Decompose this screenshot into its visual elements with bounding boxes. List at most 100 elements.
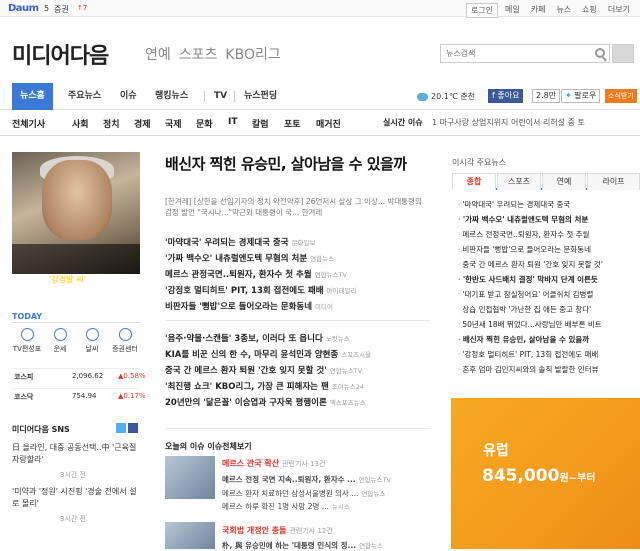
tab-news-funding[interactable]: 뉴스펀딩 <box>244 83 277 110</box>
photo-caption-main[interactable]: 할머니 살린 지하철 은인 <box>20 286 112 299</box>
news-item[interactable]: '최진행 쇼크' KBO리그, 가장 큰 피해자는 팬 조이뉴스24 <box>165 380 364 392</box>
cat-photo[interactable]: 포토 <box>284 117 301 130</box>
search-button[interactable] <box>612 44 634 63</box>
right-panel-title: 이시각 주요뉴스 <box>452 158 507 167</box>
tab-issue[interactable]: 이슈 <box>120 83 137 110</box>
ad-price: 845,000원~부터 <box>482 466 596 486</box>
shortcut-fortune[interactable]: 운세 <box>45 328 75 354</box>
facebook-like-button[interactable]: f 좋아요 <box>488 89 524 103</box>
tab-ranking[interactable]: 랭킹뉴스 <box>155 83 188 110</box>
nav-divider <box>234 91 235 102</box>
tab-sports[interactable]: 스포츠 <box>497 173 541 190</box>
shortcut-tv[interactable]: TV편성표 <box>12 328 42 354</box>
news-item[interactable]: '가짜 백수오' 내츄럴엔도텍 무혐의 처분 연합뉴스 <box>165 252 334 264</box>
divider <box>165 428 430 429</box>
headline[interactable]: 배신자 찍힌 유승민, 살아남을 수 있을까 <box>165 155 430 174</box>
search-input[interactable] <box>441 45 581 62</box>
rank-item[interactable]: 비판자들 '뻥밥'으로 들어오라는 문화동네 <box>458 244 640 255</box>
photo-face <box>42 160 112 240</box>
issue-headline[interactable]: 국회법 개정안 충돌 관련기사 12건 <box>222 525 333 536</box>
top-links: 로그인 메일 카페 뉴스 쇼핑 더보기 <box>465 3 634 18</box>
cat-magazine[interactable]: 매거진 <box>316 117 341 130</box>
divider <box>165 320 430 321</box>
cat-column[interactable]: 칼럼 <box>252 117 269 130</box>
subnav-entertainment[interactable]: 연예 <box>145 44 171 64</box>
realtime-issue-text[interactable]: 1 마구사랑 상업지위지 어린이서 리허설 중 토 <box>432 117 585 128</box>
realtime-issue-label: 실시간 이슈 <box>383 118 423 127</box>
issue-headline[interactable]: 메르스 관국 확산 관련기사 13건 <box>222 458 325 469</box>
stock-row[interactable]: 코스닥 754.94 ▲0.17% <box>12 388 146 402</box>
fb-count: 2.8만 <box>532 89 561 103</box>
tab-life[interactable]: 라이프 <box>587 173 640 190</box>
rank-item[interactable]: '대기표 받고 잠실청어요' 어클쉬치 김병렬 <box>458 289 640 300</box>
sns-icons <box>114 423 138 436</box>
issue-article[interactable]: 메르스 전정 국면 지속..퇴원자, 환자수 ... 연합뉴스TV <box>222 474 391 485</box>
rank-item[interactable]: '마약대국' 우려되는 경제대국 중국 <box>458 199 640 210</box>
news-item[interactable]: 비판자들 '뻥밥'으로 들어오라는 문화동네 미디어 <box>165 300 333 312</box>
shortcut-stock[interactable]: 증권센터 <box>110 328 140 354</box>
cat-economy[interactable]: 경제 <box>134 117 151 130</box>
photo-caption-top: 오늘의 인물 '강경발 씨' <box>7 275 87 284</box>
issue-article[interactable]: 朴, 與 유승민에 하는 '대통령 인식의 정... 연합뉴스 <box>222 540 383 551</box>
rank-item[interactable]: 메르스 전정국면..퇴원자, 환자수 첫 추월 <box>458 229 640 240</box>
rank-item[interactable]: 흔후 엄마 김민지씨와의 솔직 발랄한 인터뷰 <box>458 364 640 375</box>
tab-general[interactable]: 종합 <box>452 173 496 190</box>
tab-main-news[interactable]: 주요뉴스 <box>68 83 101 110</box>
news-item[interactable]: 중국 간 메르스 환자 퇴원 '간호 잊지 못할 것' 연합뉴스TV <box>165 364 362 376</box>
sns-item[interactable]: '미약과 '정원' 시진핑 '경술 전에서 설로 몰리' <box>12 486 140 510</box>
tab-entertainment[interactable]: 연예 <box>542 173 586 190</box>
shortcut-weather[interactable]: 날씨 <box>77 328 107 354</box>
more-link[interactable]: 더보기 <box>604 3 634 18</box>
login-link[interactable]: 로그인 <box>465 3 498 18</box>
divider <box>12 322 140 323</box>
news-link[interactable]: 뉴스 <box>552 3 575 18</box>
cat-society[interactable]: 사회 <box>72 117 89 130</box>
cat-politics[interactable]: 정치 <box>103 117 120 130</box>
issue-thumbnail[interactable] <box>165 522 215 549</box>
cat-culture[interactable]: 문화 <box>196 117 213 130</box>
site-title[interactable]: 미디어다음 <box>12 38 109 70</box>
weather-text[interactable]: 20.1℃ 춘천 <box>431 91 475 102</box>
issue-thumbnail[interactable] <box>165 456 215 499</box>
news-item[interactable]: '음주·약물·스캔들' 3종보, 이러다 또 옵니다 노컷뉴스 <box>165 332 350 344</box>
rank-item[interactable]: '한반도 사드배치 결정' 막바지 단계 이른듯 <box>458 274 640 285</box>
realtime-rank-keyword[interactable]: 증권 <box>54 4 69 15</box>
issue-all-link[interactable]: 이슈전체보기 <box>207 442 251 451</box>
shopping-link[interactable]: 쇼핑 <box>578 3 601 18</box>
cafe-link[interactable]: 카페 <box>527 3 550 18</box>
subnav-sports[interactable]: 스포츠 <box>179 44 218 64</box>
twitter-follow-button[interactable]: ✦ 팔로우 <box>561 89 601 103</box>
subnav-kbo[interactable]: KBO리그 <box>225 44 280 64</box>
rank-item[interactable]: '강정호 멀티히트' PIT, 13회 접전에도 패배 <box>458 349 640 360</box>
news-item[interactable]: KIA를 비꾼 신의 한 수, 마무리 윤석민과 양현종 스포츠서울 <box>165 348 371 360</box>
news-item[interactable]: '강정호 멀티히트' PIT, 13회 접전에도 패배 마이데일리 <box>165 284 356 296</box>
cat-world[interactable]: 국제 <box>165 117 182 130</box>
rank-item[interactable]: 50년새 18배 뛰었다...사랑님만 배부른 비트 <box>458 319 640 330</box>
sns-item[interactable]: 日 올라인, 대중 공동선택..中 '근육질 자랑할라' <box>12 442 140 466</box>
stock-row[interactable]: 코스피 2,096.62 ▲0.58% <box>12 368 146 382</box>
nav-divider <box>204 91 205 102</box>
cat-it[interactable]: IT <box>228 117 238 127</box>
news-item[interactable]: 20년만의 '닮은꼴' 이승엽과 구자욱 평행이론 엑스포츠뉴스 <box>165 396 366 408</box>
subscribe-button[interactable]: 소식받기 <box>605 89 637 103</box>
news-item[interactable]: 메르스 관정국면..퇴원자, 환자수 첫 추월 연합뉴스TV <box>165 268 347 280</box>
rank-item[interactable]: '가짜 백수오' 내츄럴엔도텍 무혐의 처분 <box>458 214 640 225</box>
daum-logo[interactable]: Daum <box>8 3 39 14</box>
today-label: TODAY <box>12 312 43 321</box>
issue-article[interactable]: 메르스 환자 치료하던 삼성서울병원 의사 ... 연합뉴스 <box>222 488 385 499</box>
mail-link[interactable]: 메일 <box>501 3 524 18</box>
rank-item[interactable]: 상습 인접협박 '가난한 집 애든 중고 창다' <box>458 304 640 315</box>
issue-article[interactable]: 메르스 하루 확진 1명 사망 2명 ... 뉴시스 <box>222 501 350 512</box>
person-of-day-photo[interactable] <box>12 152 140 274</box>
facebook-icon[interactable] <box>128 423 138 433</box>
cat-all[interactable]: 전체기사 <box>12 117 45 130</box>
tab-news-home[interactable]: 뉴스홈 <box>12 83 53 110</box>
sns-title: 미디어다음 SNS <box>12 425 70 434</box>
rank-up-indicator: ↑7 <box>77 4 88 12</box>
rank-item[interactable]: 중국 간 메르스 환자 퇴원 '간호 잊지 못할 것' <box>458 259 640 270</box>
tab-tv[interactable]: TV <box>214 83 227 110</box>
search-icon[interactable] <box>595 48 605 58</box>
rank-item[interactable]: 배신자 찍힌 유승민, 살아남을 수 있을까 <box>458 334 640 345</box>
twitter-icon[interactable] <box>116 423 126 433</box>
news-item[interactable]: '마약대국' 우려되는 경제대국 중국 문화일보 <box>165 236 316 248</box>
